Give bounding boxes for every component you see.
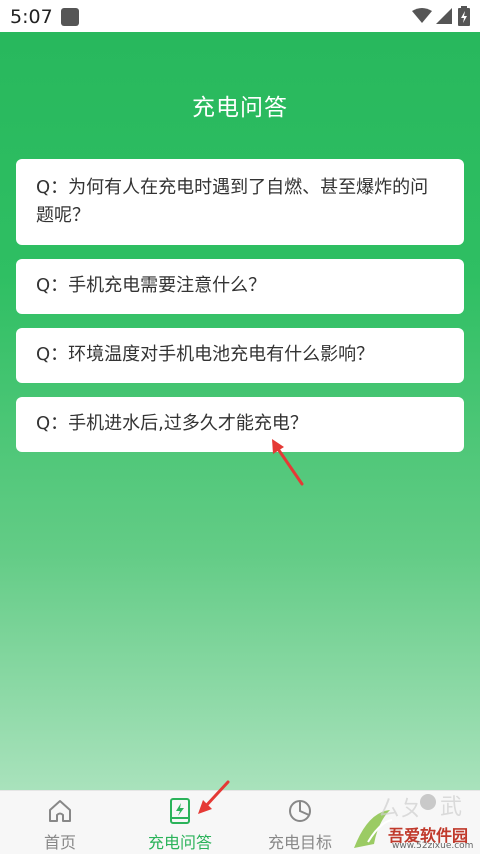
watermark: ㄙㄆ 武 吾爱软件园 www.52zixue.com <box>348 792 480 853</box>
annotation-arrow-nav <box>198 780 230 814</box>
faq-list: Q：为何有人在充电时遇到了自燃、甚至爆炸的问题呢？ Q：手机充电需要注意什么？ … <box>16 159 464 466</box>
nav-label: 充电问答 <box>147 833 212 852</box>
faq-item-charging-notes[interactable]: Q：手机充电需要注意什么？ <box>16 259 464 314</box>
battery-icon <box>458 6 470 26</box>
svg-text:ㄙㄆ: ㄙㄆ <box>378 797 422 822</box>
watermark-url: www.52zixue.com <box>392 841 474 851</box>
wifi-icon <box>412 8 432 23</box>
nav-label: 首页 <box>43 833 76 852</box>
svg-text:武: 武 <box>440 795 462 820</box>
pie-chart-icon <box>289 800 311 822</box>
status-bar: 5:07 <box>0 0 480 32</box>
faq-question-text: Q：环境温度对手机电池充电有什么影响？ <box>36 344 375 365</box>
charging-phone-icon <box>170 798 190 824</box>
notification-icon <box>61 8 79 26</box>
faq-question-text: Q：为何有人在充电时遇到了自燃、甚至爆炸的问题呢？ <box>36 177 429 226</box>
home-icon <box>49 800 71 822</box>
nav-item-charging-goal[interactable]: 充电目标 <box>240 791 360 854</box>
faq-item-water-damage[interactable]: Q：手机进水后,过多久才能充电？ <box>16 397 464 452</box>
faq-item-temperature-effect[interactable]: Q：环境温度对手机电池充电有什么影响？ <box>16 328 464 383</box>
annotation-arrow-card <box>272 439 304 486</box>
faq-question-text: Q：手机进水后,过多久才能充电？ <box>36 413 308 434</box>
nav-label: 充电目标 <box>267 833 332 852</box>
faq-item-spontaneous-combustion[interactable]: Q：为何有人在充电时遇到了自燃、甚至爆炸的问题呢？ <box>16 159 464 245</box>
faq-question-text: Q：手机充电需要注意什么？ <box>36 275 267 296</box>
status-time: 5:07 <box>10 6 53 28</box>
signal-icon <box>436 8 452 24</box>
nav-item-home[interactable]: 首页 <box>0 791 120 854</box>
page-title: 充电问答 <box>192 95 288 121</box>
